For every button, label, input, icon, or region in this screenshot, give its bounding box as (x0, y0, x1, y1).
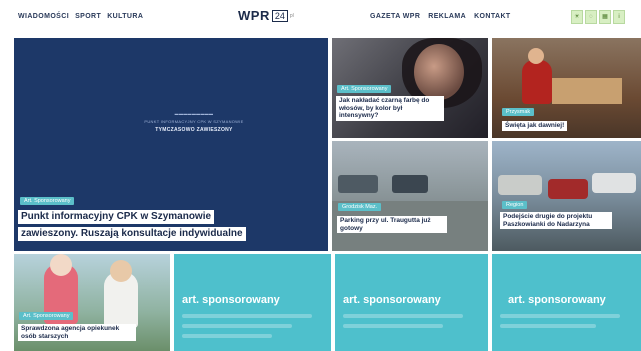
tile-badge: Przysmak (502, 108, 535, 116)
article-tile-hair[interactable]: Art. Sponsorowany Jak nakładać czarną fa… (332, 38, 488, 138)
article-tile-parking[interactable]: Grodzisk Maz. Parking przy ul. Traugutta… (332, 141, 488, 251)
photo-car (548, 179, 588, 199)
placeholder-line (182, 324, 292, 328)
tile-caption[interactable]: Parking przy ul. Traugutta już gotowy (337, 216, 447, 234)
hero-title-line1[interactable]: Punkt informacyjny CPK w Szymanowie (18, 210, 215, 224)
photo-head (110, 260, 132, 282)
weather-icon[interactable]: ☀ (571, 10, 583, 24)
photo-head (528, 48, 544, 64)
article-tile-traffic[interactable]: Region Podejście drugie do projektu Pasz… (492, 141, 641, 251)
photo-stall (552, 78, 622, 104)
calendar-icon[interactable]: ▦ (599, 10, 611, 24)
nav-link-gazeta[interactable]: GAZETA WPR (370, 13, 420, 20)
tile-badge: Art. Sponsorowany (19, 312, 74, 320)
photo-person (522, 60, 552, 104)
photo-car (498, 175, 542, 195)
logo-suffix: pl (289, 12, 294, 19)
sponsored-tile-1[interactable]: art. sponsorowany (174, 254, 331, 351)
sponsored-tile-3[interactable]: art. sponsorowany (492, 254, 641, 351)
placeholder-line (343, 314, 463, 318)
tile-caption[interactable]: Jak nakładać czarną farbę do włosów, by … (336, 96, 444, 121)
photo-car (592, 173, 636, 193)
nav-link-reklama[interactable]: REKLAMA (428, 13, 466, 20)
placeholder-line (343, 324, 443, 328)
sponsored-label: art. sponsorowany (182, 294, 280, 306)
hero-title-line2[interactable]: zawieszony. Ruszają konsultacje indywidu… (18, 227, 246, 241)
hero-poster-strong: TYMCZASOWO ZAWIESZONY (155, 127, 233, 133)
sponsored-tile-2[interactable]: art. sponsorowany (335, 254, 488, 351)
hero-poster: ▬▬▬▬▬▬▬▬▬ PUNKT INFORMACYJNY CPK W SZYMA… (114, 108, 274, 136)
tile-badge: Region (502, 201, 528, 209)
nav-link-kultura[interactable]: KULTURA (107, 13, 143, 20)
tile-badge: Grodzisk Maz. (338, 203, 382, 211)
main-nav: WIADOMOŚCI SPORT KULTURA (18, 13, 143, 20)
tile-caption[interactable]: Święta jak dawniej! (502, 121, 568, 131)
hero-badge: Art. Sponsorowany (20, 197, 75, 205)
secondary-nav: GAZETA WPR REKLAMA KONTAKT (370, 13, 511, 20)
site-logo[interactable]: WPR 24 pl (238, 8, 294, 23)
sponsored-label: art. sponsorowany (343, 294, 441, 306)
photo-car (392, 175, 428, 193)
sponsored-label: art. sponsorowany (508, 294, 606, 306)
nav-link-sport[interactable]: SPORT (75, 13, 101, 20)
placeholder-line (500, 324, 596, 328)
info-icon[interactable]: i (613, 10, 625, 24)
hero-article[interactable]: ▬▬▬▬▬▬▬▬▬ PUNKT INFORMACYJNY CPK W SZYMA… (14, 38, 328, 251)
hero-poster-logo: ▬▬▬▬▬▬▬▬▬ (174, 111, 214, 116)
article-tile-elder-care[interactable]: Art. Sponsorowany Sprawdzona agencja opi… (14, 254, 170, 351)
nav-link-kontakt[interactable]: KONTAKT (474, 13, 511, 20)
tile-caption[interactable]: Podejście drugie do projektu Paszkowiank… (500, 212, 612, 230)
air-quality-icon[interactable]: ◌ (585, 10, 597, 24)
photo-car (338, 175, 378, 193)
article-tile-market[interactable]: Przysmak Święta jak dawniej! (492, 38, 641, 138)
photo-head (50, 254, 72, 276)
tile-caption[interactable]: Sprawdzona agencja opiekunek osób starsz… (18, 324, 136, 342)
placeholder-line (182, 334, 272, 338)
logo-number: 24 (271, 9, 288, 22)
placeholder-line (500, 314, 620, 318)
photo-face (414, 44, 464, 100)
header-widgets: ☀ ◌ ▦ i (571, 10, 625, 24)
tile-badge: Art. Sponsorowany (337, 85, 392, 93)
logo-text: WPR (238, 8, 270, 23)
site-header: WIADOMOŚCI SPORT KULTURA WPR 24 pl GAZET… (0, 0, 641, 38)
placeholder-line (182, 314, 312, 318)
hero-poster-heading: PUNKT INFORMACYJNY CPK W SZYMANOWIE (144, 119, 244, 124)
nav-link-wiadomosci[interactable]: WIADOMOŚCI (18, 13, 69, 20)
